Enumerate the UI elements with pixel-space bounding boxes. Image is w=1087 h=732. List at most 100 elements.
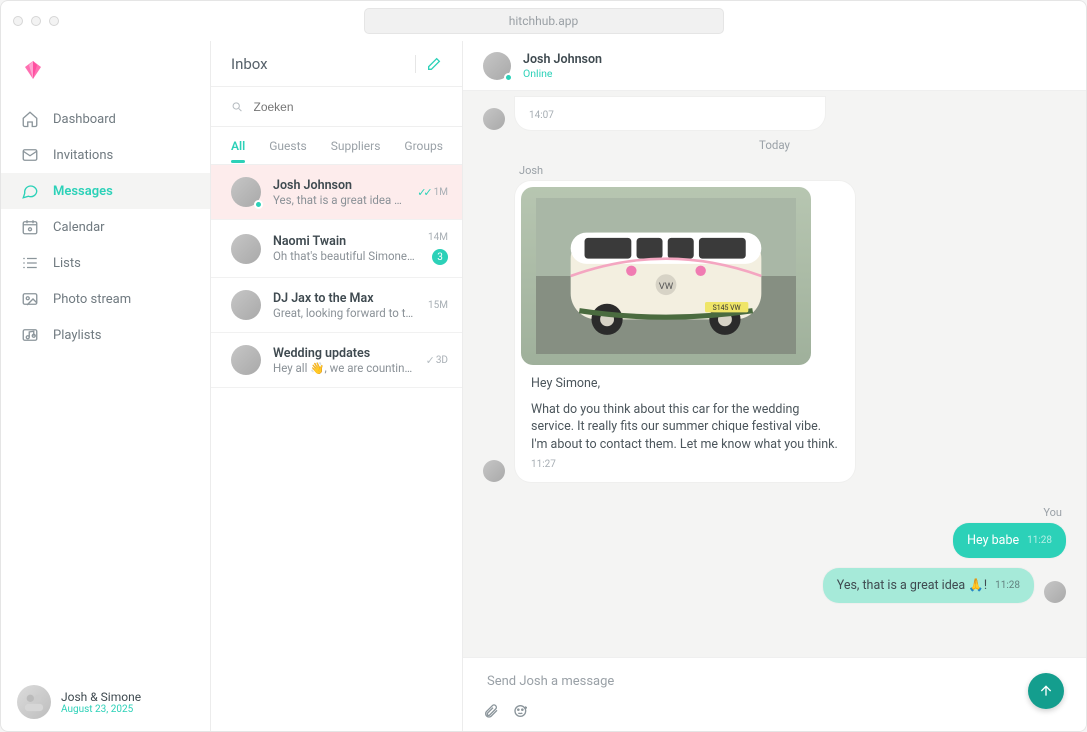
conversation-time: 14M	[428, 232, 448, 243]
tab-suppliers[interactable]: Suppliers	[331, 139, 381, 153]
conversation-time: 15M	[428, 300, 448, 311]
contact-avatar	[231, 290, 261, 320]
app-window: hitchhub.app Dashboard Invitations Message…	[0, 0, 1087, 732]
vw-bus-illustration: VW S145 VW	[536, 198, 796, 354]
home-icon	[21, 110, 39, 128]
url-bar[interactable]: hitchhub.app	[364, 8, 724, 34]
previous-message-bubble: 14:07	[515, 97, 825, 130]
sender-avatar	[483, 460, 505, 482]
nav-item-lists[interactable]: Lists	[1, 245, 210, 281]
previous-message-row: 14:07	[483, 97, 1066, 130]
message-time: 11:28	[995, 580, 1020, 591]
conversation-time: 1M	[434, 187, 448, 198]
compose-area	[415, 55, 442, 73]
emoji-icon[interactable]	[513, 703, 529, 719]
chat-contact-status: Online	[523, 67, 602, 80]
nav-item-playlists[interactable]: Playlists	[1, 317, 210, 353]
you-message-bubble: Yes, that is a great idea 🙏! 11:28	[823, 568, 1034, 603]
search-input[interactable]	[254, 100, 443, 114]
scroll-to-top-button[interactable]	[1028, 673, 1064, 709]
inbox-header: Inbox	[211, 41, 462, 87]
arrow-up-icon	[1038, 683, 1054, 699]
message-preview: Great, looking forward to the pl…	[273, 306, 416, 320]
you-label: You	[483, 506, 1062, 519]
nav-item-calendar[interactable]: Calendar	[1, 209, 210, 245]
tab-all[interactable]: All	[231, 139, 245, 153]
heart-gem-icon	[21, 57, 45, 81]
nav-label: Photo stream	[53, 292, 131, 307]
couple-icon	[23, 691, 45, 713]
url-text: hitchhub.app	[509, 14, 578, 28]
nav-item-dashboard[interactable]: Dashboard	[1, 101, 210, 137]
chat-contact-avatar[interactable]	[483, 52, 511, 80]
title-bar: hitchhub.app	[1, 1, 1086, 41]
message-preview: Hey all 👋, we are counting the …	[273, 361, 414, 375]
inbox-tabs: All Guests Suppliers Groups	[211, 127, 462, 165]
composer-input[interactable]: Send Josh a message	[483, 668, 1066, 703]
contact-avatar	[231, 345, 261, 375]
presence-indicator	[504, 73, 513, 82]
conversation-item[interactable]: Josh JohnsonYes, that is a great idea 🙏!…	[211, 165, 462, 220]
contact-avatar	[231, 177, 261, 207]
nav-label: Playlists	[53, 328, 101, 343]
zoom-window-icon[interactable]	[49, 16, 59, 26]
chat-scroll-area[interactable]: 14:07 Today Josh	[463, 91, 1086, 657]
divider	[415, 55, 416, 73]
lists-icon	[21, 254, 39, 272]
you-avatar	[1044, 581, 1066, 603]
composer-tools	[483, 703, 1066, 719]
message-row-you: Hey babe11:28	[483, 523, 1066, 558]
close-window-icon[interactable]	[13, 16, 23, 26]
conversation-item[interactable]: Wedding updatesHey all 👋, we are countin…	[211, 333, 462, 388]
music-icon	[21, 326, 39, 344]
message-time: 14:07	[529, 110, 554, 121]
svg-text:VW: VW	[659, 281, 674, 292]
conversation-item[interactable]: Naomi TwainOh that's beautiful Simone, ……	[211, 220, 462, 278]
image-message-bubble: VW S145 VW Hey Simone, What do you	[515, 181, 855, 482]
compose-icon[interactable]	[426, 56, 442, 72]
tab-guests[interactable]: Guests	[269, 139, 306, 153]
minimize-window-icon[interactable]	[31, 16, 41, 26]
sent-receipt-icon: ✓	[426, 354, 432, 367]
chat-panel: Josh Johnson Online 14:07 Today Josh	[463, 41, 1086, 731]
tab-groups[interactable]: Groups	[404, 139, 443, 153]
message-composer: Send Josh a message	[463, 657, 1086, 731]
search-bar[interactable]	[211, 87, 462, 127]
you-message-bubble: Hey babe11:28	[953, 523, 1066, 558]
sidebar-footer[interactable]: Josh & Simone August 23, 2025	[1, 673, 210, 731]
app-logo[interactable]	[1, 41, 210, 97]
sender-avatar	[483, 108, 505, 130]
conversation-item[interactable]: DJ Jax to the MaxGreat, looking forward …	[211, 278, 462, 333]
attached-image[interactable]: VW S145 VW	[521, 187, 811, 365]
nav-label: Invitations	[53, 148, 113, 163]
nav-item-messages[interactable]: Messages	[1, 173, 210, 209]
chat-header: Josh Johnson Online	[463, 41, 1086, 91]
couple-avatar	[17, 685, 51, 719]
message-text: Hey babe	[967, 533, 1019, 548]
nav-label: Lists	[53, 256, 81, 271]
traffic-lights	[13, 16, 59, 26]
message-text: Yes, that is a great idea 🙏!	[837, 578, 987, 593]
conversation-time: 3D	[436, 355, 448, 366]
nav-item-invitations[interactable]: Invitations	[1, 137, 210, 173]
contact-name: DJ Jax to the Max	[273, 291, 416, 306]
nav-label: Dashboard	[53, 112, 116, 127]
sidebar: Dashboard Invitations Messages Calendar List…	[1, 41, 211, 731]
presence-indicator	[254, 200, 263, 209]
contact-name: Wedding updates	[273, 346, 414, 361]
message-row-you: Yes, that is a great idea 🙏! 11:28	[483, 568, 1066, 603]
attachment-icon[interactable]	[483, 703, 499, 719]
nav-item-photo-stream[interactable]: Photo stream	[1, 281, 210, 317]
message-row: VW S145 VW Hey Simone, What do you	[483, 181, 1066, 482]
read-receipt-icon: ✓✓	[417, 186, 429, 199]
nav-label: Calendar	[53, 220, 105, 235]
contact-name: Naomi Twain	[273, 234, 416, 249]
chat-contact-name: Josh Johnson	[523, 52, 602, 67]
inbox-title: Inbox	[231, 55, 268, 73]
couple-name: Josh & Simone	[61, 690, 141, 704]
inbox-panel: Inbox All Guests Suppliers Groups Josh John…	[211, 41, 463, 731]
message-preview: Oh that's beautiful Simone, …	[273, 249, 416, 263]
contact-name: Josh Johnson	[273, 178, 405, 193]
nav-label: Messages	[53, 184, 113, 199]
day-separator: Today	[483, 138, 1066, 152]
